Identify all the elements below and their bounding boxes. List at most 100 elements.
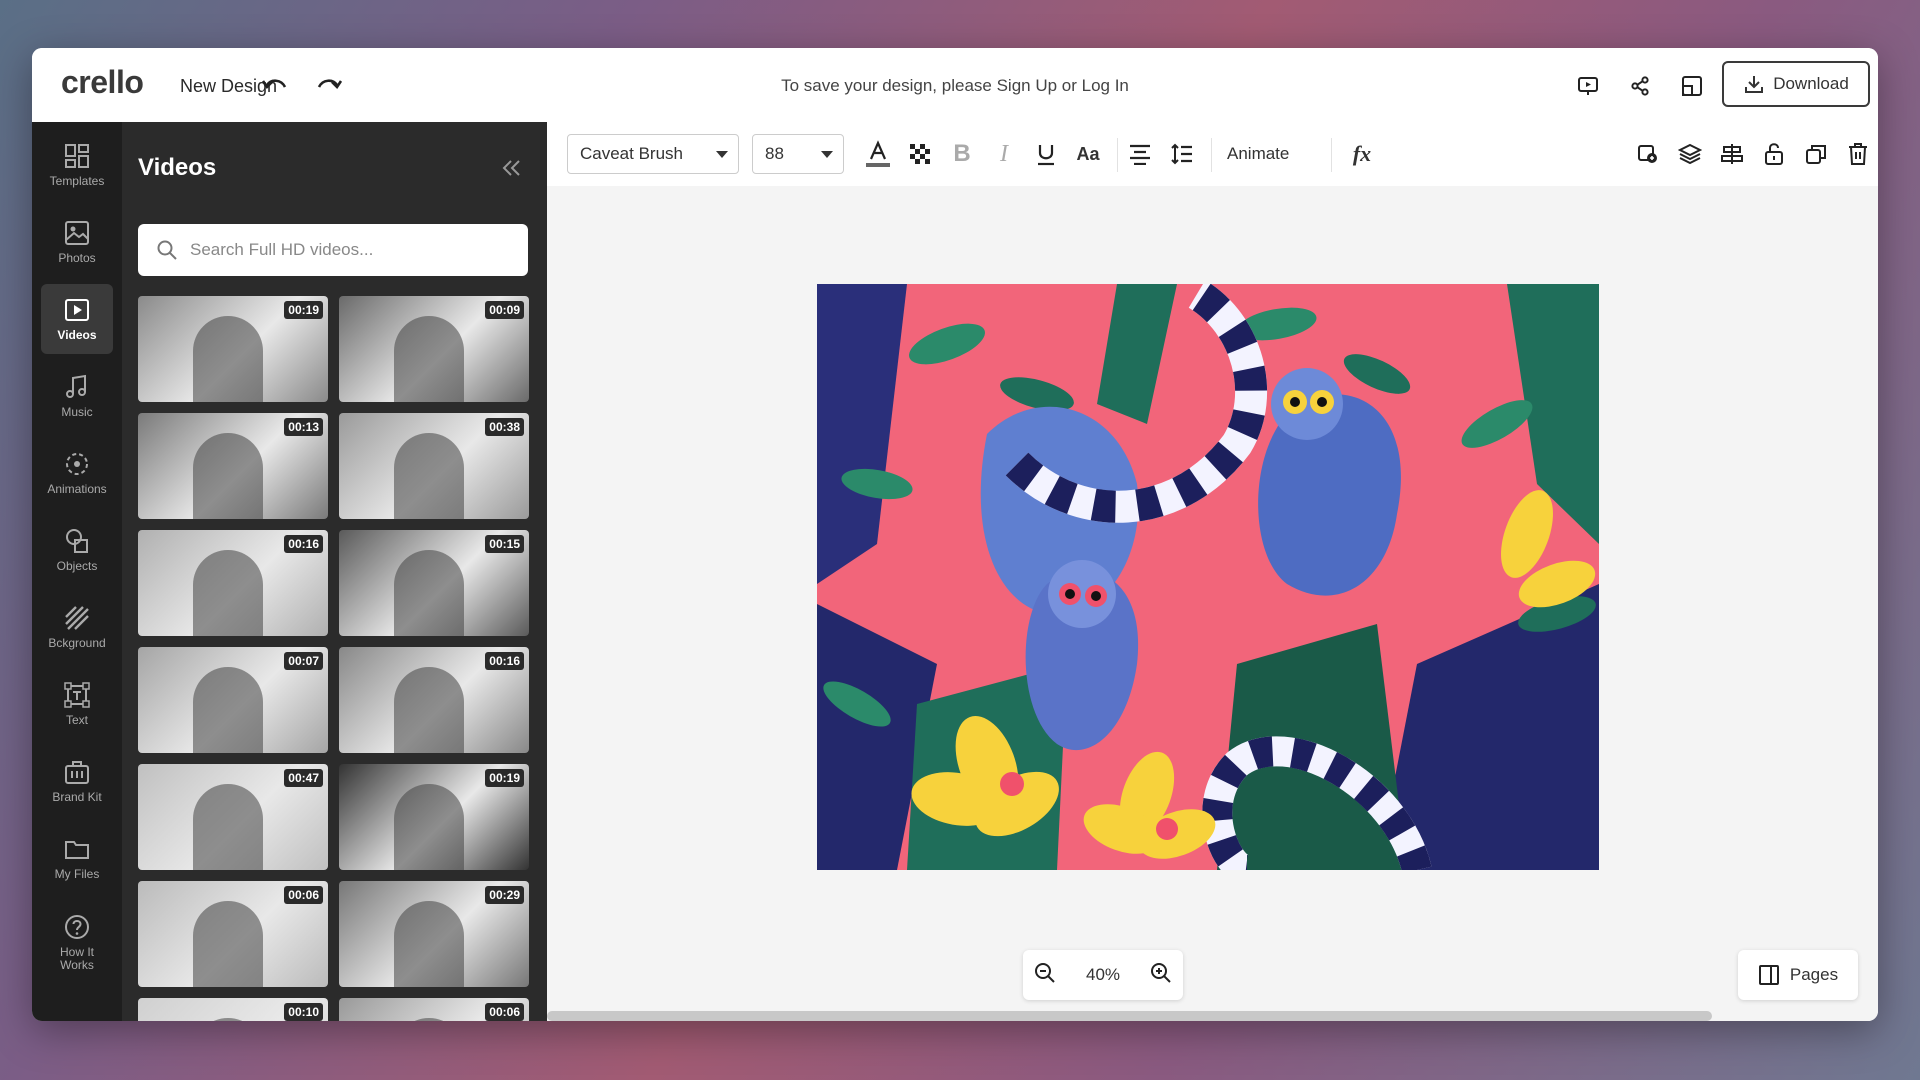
text-color-icon <box>866 140 890 167</box>
zoom-level: 40% <box>1085 965 1121 984</box>
rail-item-how-it-works[interactable]: How It Works <box>41 902 113 982</box>
video-duration: 00:09 <box>485 301 524 319</box>
transparency-button[interactable] <box>900 134 940 174</box>
photos-icon <box>65 221 89 245</box>
log-in-link[interactable]: Log In <box>1082 76 1129 95</box>
search-input[interactable] <box>188 239 522 261</box>
rail-item-videos[interactable]: Videos <box>41 284 113 354</box>
video-thumbnail[interactable]: 00:47 <box>138 764 328 870</box>
video-thumbnail[interactable]: 00:09 <box>339 296 529 402</box>
align-button[interactable] <box>1120 134 1160 174</box>
video-thumbnail[interactable]: 00:38 <box>339 413 529 519</box>
toolbar-divider <box>1331 138 1332 172</box>
video-thumbnail[interactable]: 00:07 <box>138 647 328 753</box>
lock-button[interactable] <box>1754 134 1794 174</box>
rail-item-templates[interactable]: Templates <box>41 130 113 200</box>
transparency-icon <box>910 144 930 164</box>
rail-label: Objects <box>56 559 98 573</box>
text-case-button[interactable]: Aa <box>1068 134 1108 174</box>
redo-icon <box>317 79 343 90</box>
duplicate-button[interactable] <box>1796 134 1836 174</box>
side-rail: Templates Photos Videos Music Animations… <box>32 122 122 1021</box>
video-thumbnail[interactable]: 00:06 <box>138 881 328 987</box>
video-thumbnail[interactable]: 00:16 <box>138 530 328 636</box>
rail-label: Photos <box>58 251 96 265</box>
rail-item-animations[interactable]: Animations <box>41 438 113 508</box>
animate-button[interactable]: Animate <box>1227 134 1289 174</box>
undo-button[interactable] <box>258 70 292 100</box>
rail-item-text[interactable]: Text <box>41 669 113 739</box>
video-duration: 00:19 <box>485 769 524 787</box>
present-icon <box>1578 77 1598 95</box>
share-button[interactable] <box>1622 68 1658 104</box>
download-button[interactable]: Download <box>1722 61 1870 107</box>
rail-item-background[interactable]: Bckground <box>41 592 113 662</box>
align-center-icon <box>1130 144 1150 165</box>
delete-button[interactable] <box>1838 134 1878 174</box>
resize-icon <box>1682 76 1702 96</box>
resize-button[interactable] <box>1674 68 1710 104</box>
effects-fx-icon: fx <box>1352 141 1372 166</box>
remove-background-button[interactable] <box>1628 134 1668 174</box>
rail-item-music[interactable]: Music <box>41 361 113 431</box>
video-duration: 00:38 <box>485 418 524 436</box>
line-spacing-button[interactable] <box>1162 134 1202 174</box>
rail-label: Music <box>61 405 93 419</box>
video-thumbnail[interactable]: 00:15 <box>339 530 529 636</box>
video-preview-image <box>193 433 263 519</box>
font-family-value: Caveat Brush <box>580 144 683 163</box>
layers-icon <box>1678 143 1702 165</box>
underline-button[interactable] <box>1026 134 1066 174</box>
double-chevron-left-icon <box>502 160 520 176</box>
video-thumbnail[interactable]: 00:10 <box>138 998 328 1021</box>
position-button[interactable] <box>1712 134 1752 174</box>
video-preview-image <box>394 1018 464 1021</box>
toolbar-divider <box>1211 138 1212 172</box>
rail-item-photos[interactable]: Photos <box>41 207 113 277</box>
rail-item-brand-kit[interactable]: Brand Kit <box>41 746 113 816</box>
video-thumbnail[interactable]: 00:06 <box>339 998 529 1021</box>
templates-icon <box>65 144 89 168</box>
video-thumbnail[interactable]: 00:16 <box>339 647 529 753</box>
sign-up-link[interactable]: Sign Up <box>997 76 1057 95</box>
video-thumbnail[interactable]: 00:29 <box>339 881 529 987</box>
rail-label: Templates <box>49 174 105 188</box>
present-button[interactable] <box>1570 68 1606 104</box>
video-duration: 00:06 <box>284 886 323 904</box>
video-preview-image <box>394 667 464 753</box>
crello-logo[interactable]: crello <box>61 64 144 101</box>
background-icon <box>65 606 89 630</box>
rail-item-my-files[interactable]: My Files <box>41 823 113 893</box>
video-duration: 00:10 <box>284 1003 323 1021</box>
videos-icon <box>65 299 89 321</box>
text-color-button[interactable] <box>858 134 898 174</box>
video-preview-image <box>193 316 263 402</box>
rail-label: Videos <box>57 328 97 342</box>
video-thumbnail[interactable]: 00:19 <box>138 296 328 402</box>
redo-button[interactable] <box>312 70 346 100</box>
italic-button[interactable]: I <box>984 134 1024 174</box>
design-artboard[interactable] <box>817 284 1599 870</box>
zoom-in-button[interactable] <box>1149 961 1173 990</box>
music-icon <box>66 374 86 398</box>
video-thumbnail[interactable]: 00:13 <box>138 413 328 519</box>
rail-item-objects[interactable]: Objects <box>41 515 113 585</box>
video-thumbnail[interactable]: 00:19 <box>339 764 529 870</box>
app-window: crello New Design To save your design, p… <box>32 48 1878 1021</box>
video-preview-image <box>193 784 263 870</box>
panel-title: Videos <box>138 154 217 181</box>
font-family-select[interactable]: Caveat Brush <box>567 134 739 174</box>
font-size-value: 88 <box>765 144 784 163</box>
effects-button[interactable]: fx <box>1342 134 1382 174</box>
zoom-out-icon <box>1035 962 1055 983</box>
horizontal-scrollbar[interactable] <box>547 1011 1712 1021</box>
video-preview-image <box>193 667 263 753</box>
font-size-select[interactable]: 88 <box>752 134 844 174</box>
collapse-panel-button[interactable] <box>497 154 525 182</box>
zoom-out-button[interactable] <box>1033 961 1057 990</box>
animations-icon <box>66 453 88 475</box>
layers-button[interactable] <box>1670 134 1710 174</box>
pages-button[interactable]: Pages <box>1738 950 1858 1000</box>
bold-button[interactable]: B <box>942 134 982 174</box>
canvas-workspace: 40% Pages <box>547 186 1878 1021</box>
